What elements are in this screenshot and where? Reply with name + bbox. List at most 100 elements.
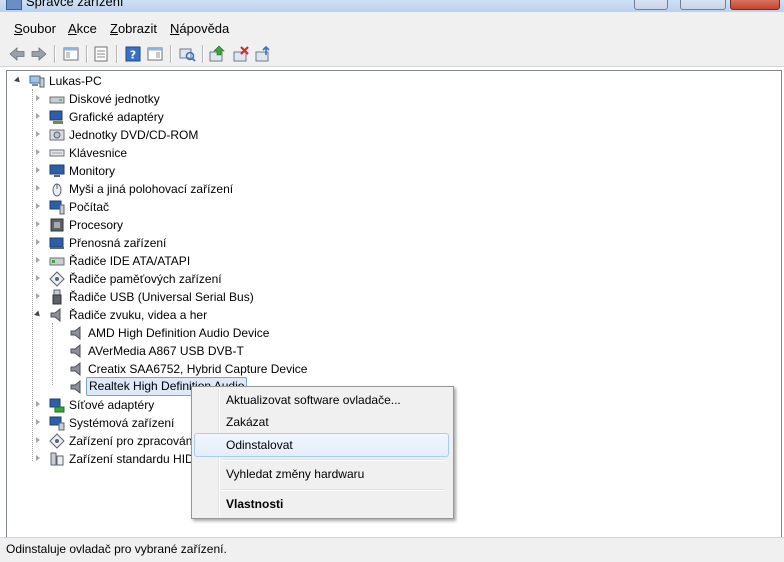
svg-text:?: ? bbox=[130, 49, 136, 62]
tree-category-label: Klávesnice bbox=[69, 146, 128, 160]
toolbar-separator bbox=[202, 45, 204, 63]
portable-device-icon bbox=[49, 235, 65, 251]
uninstall-icon[interactable] bbox=[232, 45, 250, 63]
context-menu: Aktualizovat software ovladače... Zakáza… bbox=[191, 386, 454, 519]
keyboard-icon bbox=[49, 145, 65, 161]
scan-hardware-icon[interactable] bbox=[178, 45, 196, 63]
close-button[interactable] bbox=[730, 0, 780, 10]
tree-category-label: Přenosná zařízení bbox=[69, 236, 167, 250]
ide-controller-icon bbox=[49, 253, 65, 269]
expand-icon[interactable] bbox=[36, 275, 40, 281]
expand-icon[interactable] bbox=[36, 149, 40, 155]
expand-icon[interactable] bbox=[36, 131, 40, 137]
tree-category-label: Jednotky DVD/CD-ROM bbox=[69, 128, 199, 142]
toolbar-separator bbox=[170, 45, 172, 63]
tree-category-label: Systémová zařízení bbox=[69, 416, 175, 430]
tree-line bbox=[52, 323, 53, 385]
display-adapter-icon bbox=[49, 109, 65, 125]
menu-zobrazit[interactable]: Zobrazit bbox=[110, 21, 157, 36]
tree-category-label: Počítač bbox=[69, 200, 110, 214]
expand-icon[interactable] bbox=[36, 257, 40, 263]
monitor-icon bbox=[49, 163, 65, 179]
title-bar: Správce zařízení bbox=[0, 0, 784, 12]
console-tree-icon[interactable] bbox=[62, 45, 80, 63]
expand-icon[interactable] bbox=[36, 401, 40, 407]
speaker-icon bbox=[69, 325, 85, 341]
expand-icon[interactable] bbox=[36, 239, 40, 245]
status-bar: Odinstaluje ovladač pro vybrané zařízení… bbox=[0, 537, 784, 562]
menu-napoveda[interactable]: Nápověda bbox=[170, 21, 229, 36]
toolbar-separator bbox=[54, 45, 56, 63]
expand-icon[interactable] bbox=[36, 113, 40, 119]
tree-device-label: AMD High Definition Audio Device bbox=[88, 326, 270, 340]
tree-category-label: Síťové adaptéry bbox=[69, 398, 155, 412]
action-pane-icon[interactable] bbox=[146, 45, 164, 63]
menu-akce[interactable]: Akce bbox=[68, 21, 97, 36]
processor-icon bbox=[49, 217, 65, 233]
speaker-icon bbox=[69, 361, 85, 377]
disable-device-icon[interactable] bbox=[254, 45, 272, 63]
expand-icon[interactable] bbox=[36, 167, 40, 173]
menu-bar: Soubor Akce Zobrazit Nápověda bbox=[0, 12, 784, 42]
properties-icon[interactable] bbox=[92, 45, 110, 63]
speaker-icon bbox=[69, 379, 85, 395]
toolbar-separator bbox=[86, 45, 88, 63]
tree-device-label: AVerMedia A867 USB DVB-T bbox=[88, 344, 244, 358]
imaging-device-icon bbox=[49, 433, 65, 449]
device-manager-icon bbox=[6, 0, 22, 10]
tree-category-label: Grafické adaptéry bbox=[69, 110, 164, 124]
computer-icon bbox=[29, 73, 45, 89]
tree-category-label: Řadiče zvuku, videa a her bbox=[69, 308, 208, 322]
menu-item-update-driver[interactable]: Aktualizovat software ovladače... bbox=[194, 389, 449, 411]
menu-item-uninstall[interactable]: Odinstalovat bbox=[194, 433, 449, 457]
tree-category-label: Zařízení standardu HID bbox=[69, 452, 194, 466]
tree-category-label: Myši a jiná polohovací zařízení bbox=[69, 182, 234, 196]
collapse-icon[interactable] bbox=[34, 310, 42, 319]
expand-icon[interactable] bbox=[36, 437, 40, 443]
expand-icon[interactable] bbox=[36, 203, 40, 209]
status-text: Odinstaluje ovladač pro vybrané zařízení… bbox=[6, 542, 227, 556]
menu-item-properties[interactable]: Vlastnosti bbox=[194, 493, 449, 515]
tree-root-label: Lukas-PC bbox=[49, 74, 102, 88]
minimize-button[interactable] bbox=[634, 0, 668, 10]
tree-category-label: Monitory bbox=[69, 164, 116, 178]
back-arrow-icon[interactable] bbox=[8, 45, 26, 63]
expand-icon[interactable] bbox=[36, 185, 40, 191]
expand-icon[interactable] bbox=[36, 221, 40, 227]
dvd-drive-icon bbox=[49, 127, 65, 143]
menu-separator bbox=[222, 459, 445, 461]
tree-category-label: Diskové jednotky bbox=[69, 92, 160, 106]
maximize-button[interactable] bbox=[680, 0, 726, 10]
hid-device-icon bbox=[49, 451, 65, 467]
tree-device-label: Creatix SAA6752, Hybrid Capture Device bbox=[88, 362, 308, 376]
expand-icon[interactable] bbox=[36, 293, 40, 299]
computer-icon bbox=[49, 199, 65, 215]
network-adapter-icon bbox=[49, 397, 65, 413]
menu-item-scan-hardware[interactable]: Vyhledat změny hardwaru bbox=[194, 463, 449, 485]
window-title: Správce zařízení bbox=[26, 0, 124, 9]
tree-category-label: Řadiče IDE ATA/ATAPI bbox=[69, 254, 191, 268]
tree-category-label: Procesory bbox=[69, 218, 124, 232]
tree-line bbox=[32, 89, 33, 461]
mouse-icon bbox=[49, 181, 65, 197]
tree-category-label: Zařízení pro zpracování bbox=[69, 434, 196, 448]
tree-category-label: Řadiče paměťových zařízení bbox=[69, 272, 222, 286]
expand-icon[interactable] bbox=[36, 95, 40, 101]
forward-arrow-icon[interactable] bbox=[30, 45, 48, 63]
menu-item-disable[interactable]: Zakázat bbox=[194, 411, 449, 433]
menu-soubor[interactable]: Soubor bbox=[14, 21, 56, 36]
expand-icon[interactable] bbox=[36, 455, 40, 461]
toolbar: ? bbox=[0, 42, 784, 67]
speaker-icon bbox=[49, 307, 65, 323]
help-icon[interactable]: ? bbox=[124, 45, 142, 63]
menu-separator bbox=[222, 489, 445, 491]
system-device-icon bbox=[49, 415, 65, 431]
toolbar-separator bbox=[116, 45, 118, 63]
tree-category-label: Řadiče USB (Universal Serial Bus) bbox=[69, 290, 254, 304]
disk-drive-icon bbox=[49, 91, 65, 107]
collapse-icon[interactable] bbox=[14, 76, 22, 85]
update-driver-icon[interactable] bbox=[208, 45, 226, 63]
expand-icon[interactable] bbox=[36, 419, 40, 425]
speaker-icon bbox=[69, 343, 85, 359]
usb-icon bbox=[49, 289, 65, 305]
